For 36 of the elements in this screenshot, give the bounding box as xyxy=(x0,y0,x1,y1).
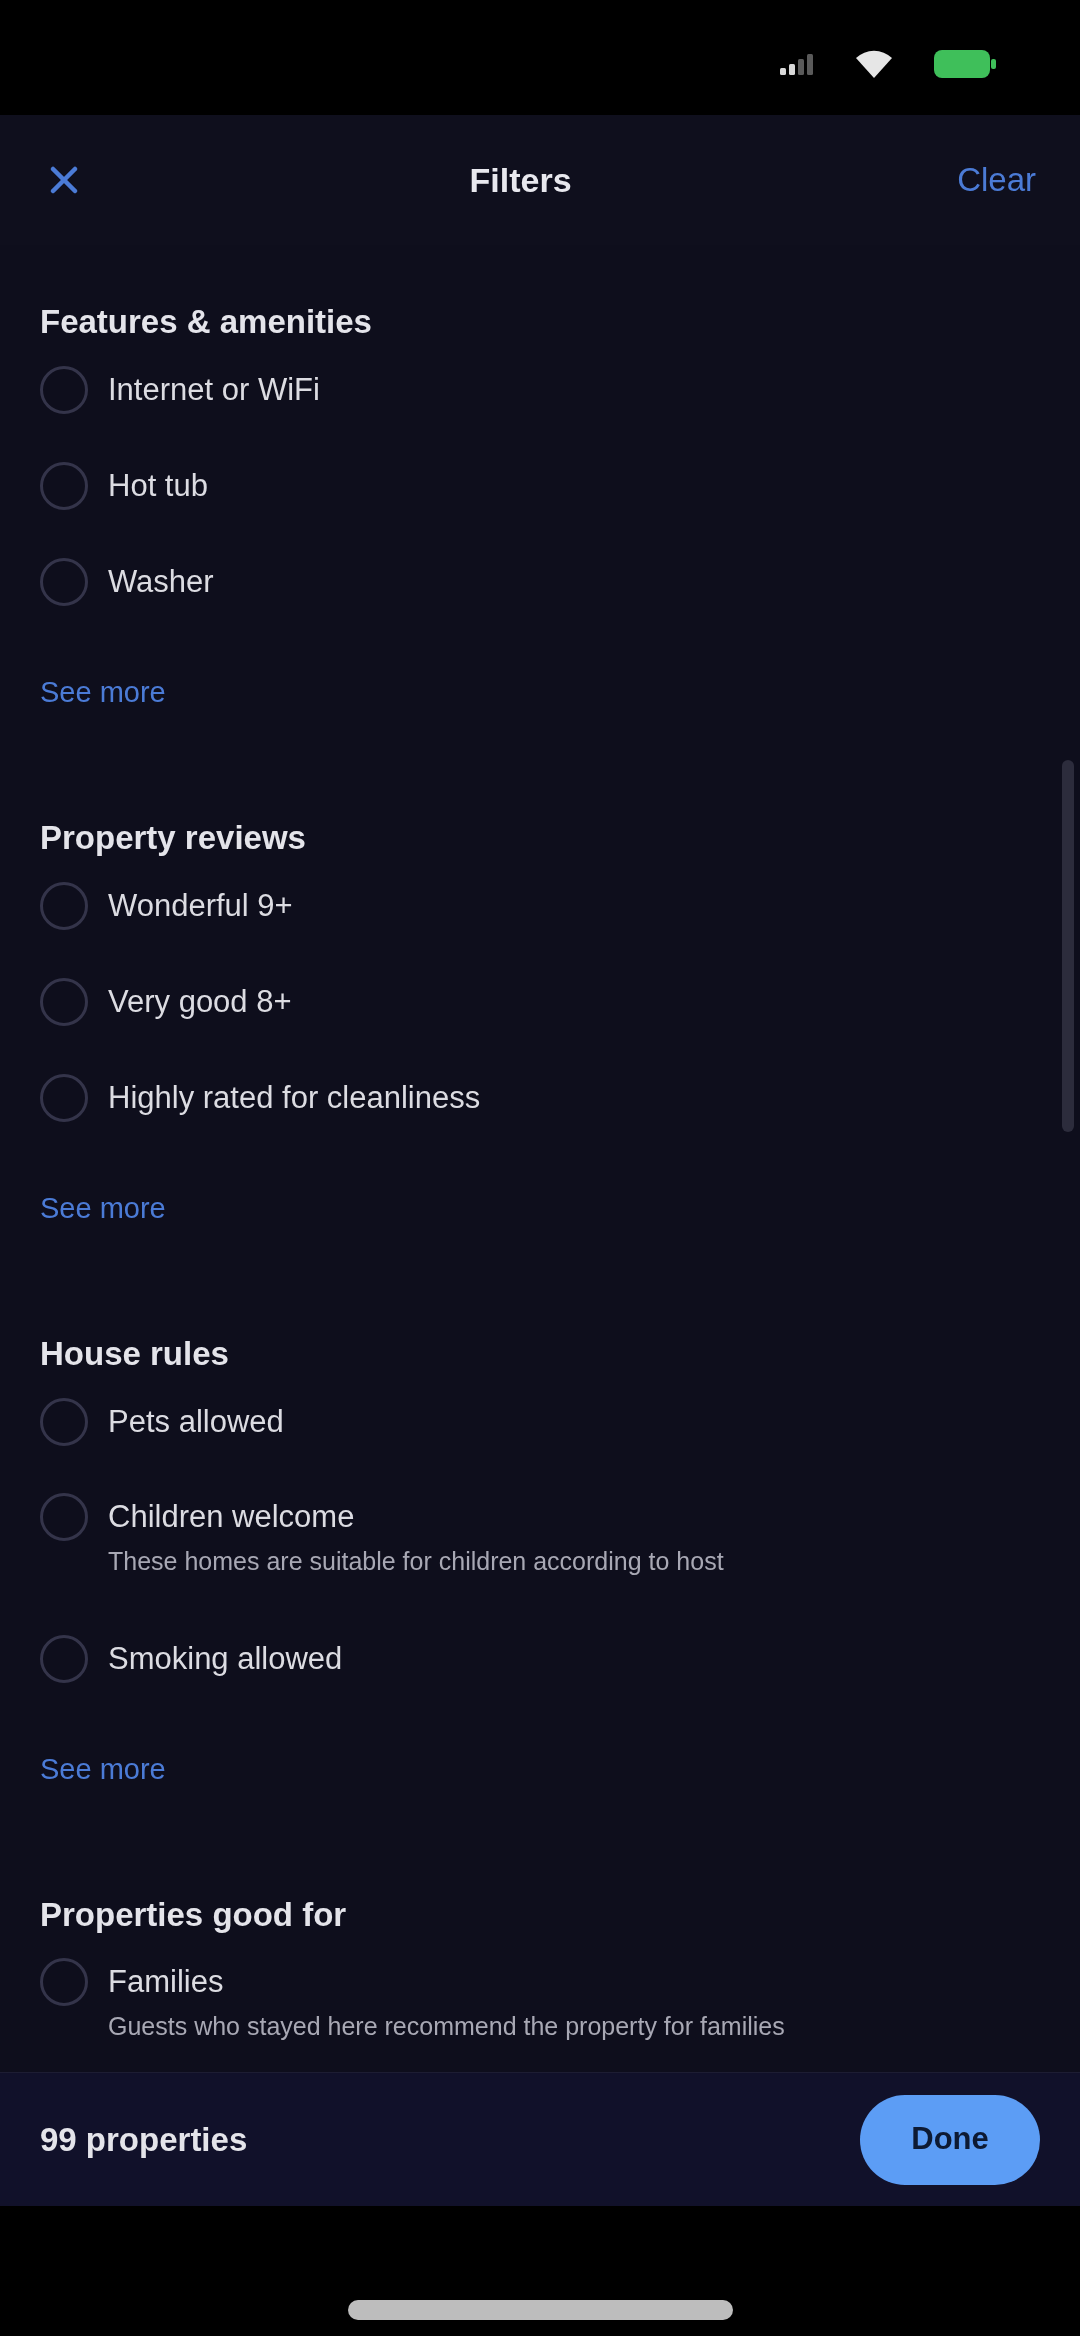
see-more-link[interactable]: See more xyxy=(40,672,166,712)
section-heading: Property reviews xyxy=(40,818,307,858)
option-label: Smoking allowed xyxy=(108,1640,343,1678)
checkbox[interactable] xyxy=(40,1493,88,1541)
checkbox[interactable] xyxy=(40,978,88,1026)
checkbox[interactable] xyxy=(40,558,88,606)
option-label: Internet or WiFi xyxy=(108,371,320,409)
clear-button[interactable]: Clear xyxy=(953,158,1040,202)
see-more-link[interactable]: See more xyxy=(40,1749,166,1789)
checkbox[interactable] xyxy=(40,1635,88,1683)
results-count: 99 properties xyxy=(40,2119,248,2160)
option-description: These homes are suitable for children according to host xyxy=(108,1546,724,1577)
option-label: Highly rated for cleanliness xyxy=(108,1079,481,1117)
checkbox[interactable] xyxy=(40,1398,88,1446)
checkbox[interactable] xyxy=(40,1074,88,1122)
option-description: Guests who stayed here recommend the property for families xyxy=(108,2011,785,2042)
section-heading: House rules xyxy=(40,1334,230,1374)
option-label: Hot tub xyxy=(108,467,208,505)
option-label: Pets allowed xyxy=(108,1403,284,1441)
option-label: Wonderful 9+ xyxy=(108,887,293,925)
option-label: Washer xyxy=(108,563,214,601)
option-label: Families xyxy=(108,1963,225,2001)
section-heading: Features & amenities xyxy=(40,302,373,342)
wifi-icon xyxy=(854,48,894,79)
see-more-link[interactable]: See more xyxy=(40,1188,166,1228)
option-label: Children welcome xyxy=(108,1498,356,1536)
section-heading: Properties good for xyxy=(40,1895,348,1935)
option-label: Very good 8+ xyxy=(108,983,292,1021)
battery-icon xyxy=(934,49,996,78)
done-button[interactable]: Done xyxy=(860,2094,1040,2185)
screen-title: Filters xyxy=(468,160,573,201)
checkbox[interactable] xyxy=(40,882,88,930)
signal-icon xyxy=(780,52,814,75)
checkbox[interactable] xyxy=(40,366,88,414)
checkbox[interactable] xyxy=(40,462,88,510)
checkbox[interactable] xyxy=(40,1958,88,2006)
